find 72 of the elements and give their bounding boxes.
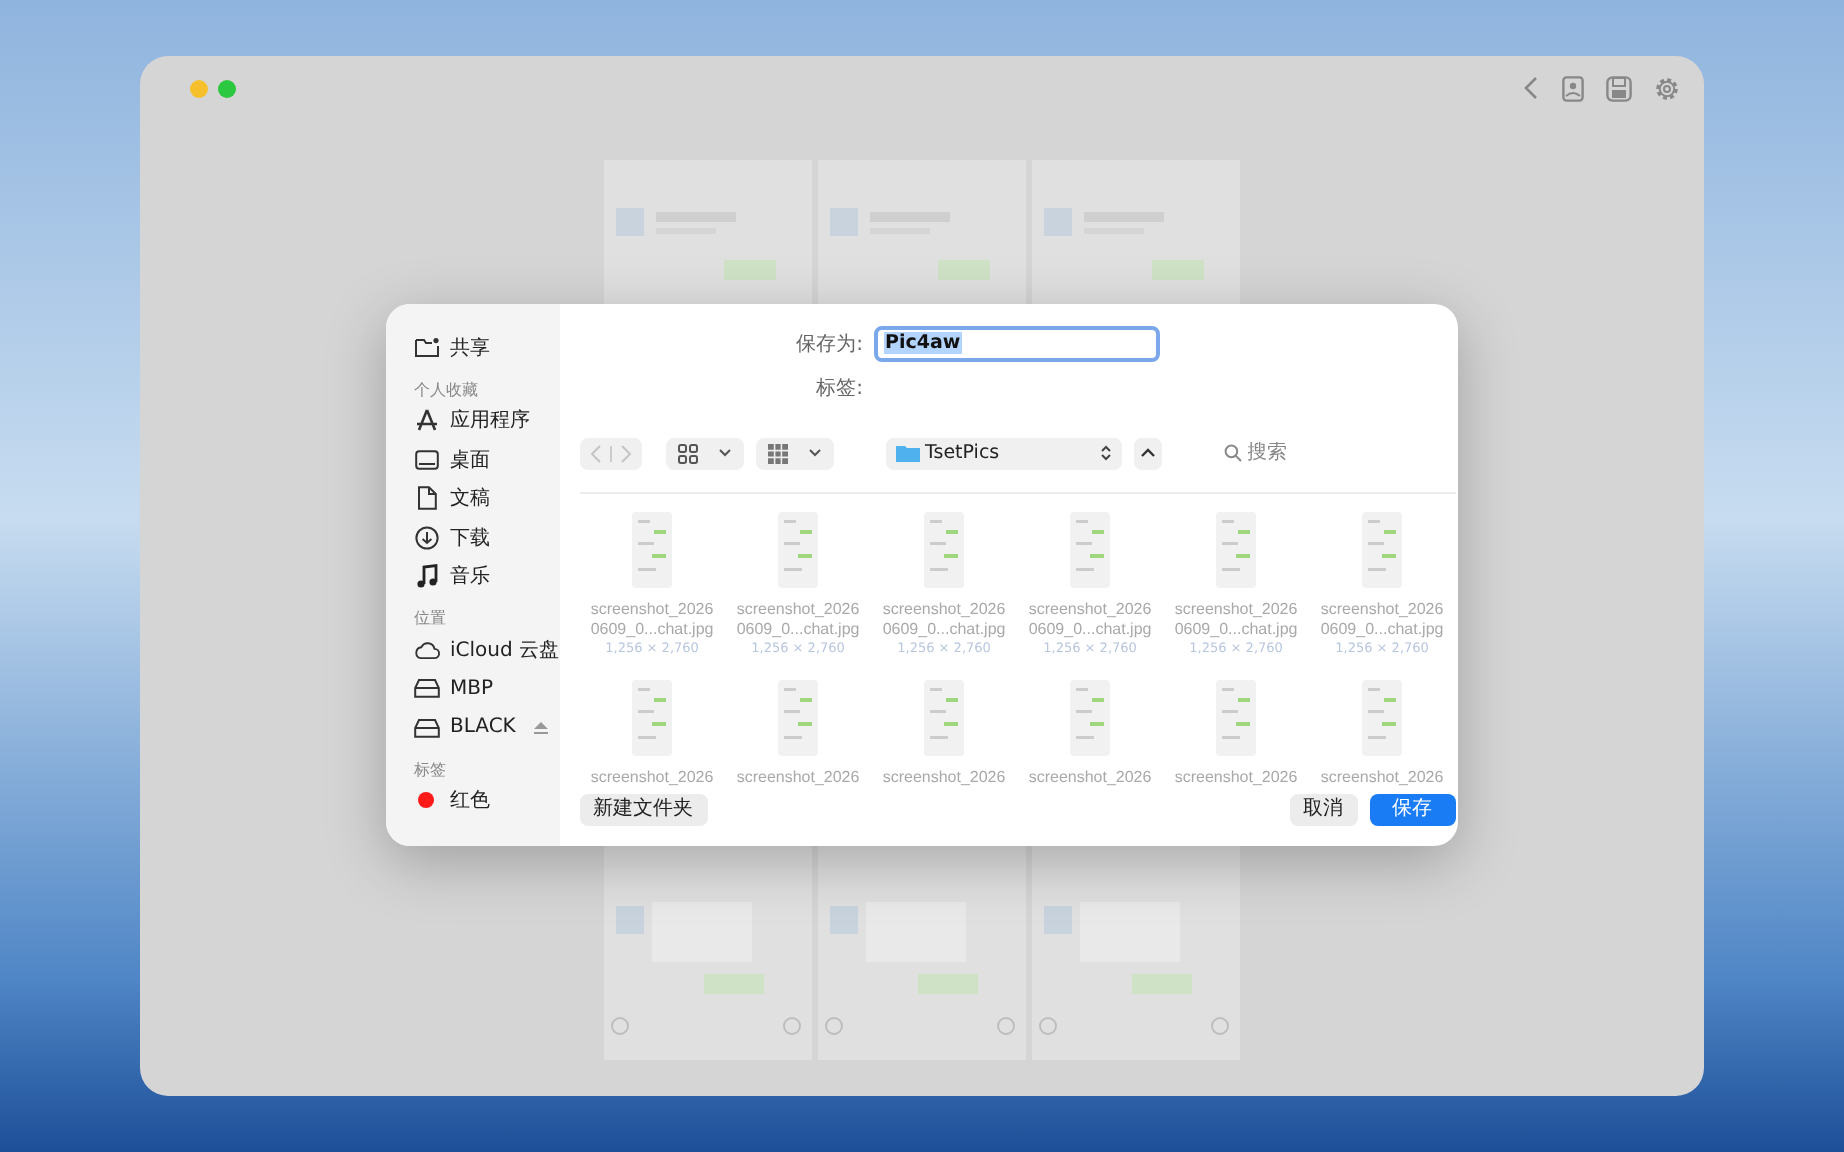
- sidebar-heading: 标签: [414, 758, 448, 779]
- sidebar-item[interactable]: BLACK: [414, 708, 560, 747]
- file-name: screenshot_2026 0609_0...chat.jpg: [736, 600, 860, 640]
- file-name: screenshot_2026: [590, 768, 714, 788]
- image-thumbnail[interactable]: [924, 512, 965, 588]
- document-icon: [414, 486, 440, 511]
- sidebar-heading: 位置: [414, 607, 448, 628]
- image-thumbnail[interactable]: [632, 680, 673, 756]
- save-as-label: 保存为:: [794, 331, 866, 357]
- zoom-button[interactable]: [218, 79, 236, 97]
- up-down-chevron-icon: [1099, 444, 1112, 462]
- caret-icon: [807, 448, 822, 458]
- image-thumbnail[interactable]: [1216, 512, 1257, 588]
- sidebar-item[interactable]: MBP: [414, 669, 560, 708]
- group-button[interactable]: [755, 437, 834, 469]
- download-icon: [414, 525, 440, 550]
- tags-label: 标签:: [814, 375, 866, 401]
- file-name-field[interactable]: Pic4aw: [873, 325, 1160, 361]
- drive-icon: [414, 678, 440, 699]
- chevron-up-icon: [1139, 448, 1156, 458]
- image-thumbnail[interactable]: [632, 512, 673, 588]
- image-thumbnail[interactable]: [1070, 680, 1111, 756]
- file-name: screenshot_2026: [1028, 768, 1152, 788]
- image-thumbnail[interactable]: [1216, 680, 1257, 756]
- back-icon[interactable]: [1524, 76, 1540, 100]
- file-name: screenshot_2026: [882, 768, 1006, 788]
- collapse-button[interactable]: [1133, 437, 1162, 469]
- sidebar-item[interactable]: iCloud 云盘: [414, 630, 560, 669]
- eject-icon[interactable]: [533, 721, 548, 734]
- location-popup[interactable]: TsetPics: [885, 437, 1122, 469]
- cancel-button[interactable]: 取消: [1289, 794, 1358, 826]
- music-note-icon: [414, 564, 440, 589]
- save-icon[interactable]: [1606, 75, 1632, 101]
- folder-icon: [895, 444, 920, 462]
- file-name: screenshot_2026: [1174, 768, 1298, 788]
- sidebar-item[interactable]: 下载: [414, 518, 560, 557]
- sidebar-item[interactable]: 共享: [414, 328, 560, 367]
- image-thumbnail[interactable]: [924, 680, 965, 756]
- sidebar-item[interactable]: 红色: [414, 781, 560, 820]
- file-name: screenshot_2026 0609_0...chat.jpg: [1174, 600, 1298, 640]
- file-name: screenshot_2026 0609_0...chat.jpg: [1320, 600, 1444, 640]
- icon-grid-icon: [677, 443, 698, 463]
- sidebar-item[interactable]: 桌面: [414, 440, 560, 479]
- drive-icon: [414, 717, 440, 738]
- search-field[interactable]: 搜索: [1247, 442, 1348, 464]
- desktop-icon: [414, 449, 440, 470]
- file-name: screenshot_2026: [1320, 768, 1444, 788]
- view-mode-button[interactable]: [665, 437, 744, 469]
- save-button[interactable]: 保存: [1369, 794, 1456, 826]
- image-thumbnail[interactable]: [1362, 680, 1403, 756]
- image-thumbnail[interactable]: [1070, 512, 1111, 588]
- sidebar-item[interactable]: 文稿: [414, 479, 560, 518]
- caret-icon: [717, 448, 732, 458]
- sidebar-item[interactable]: 音乐: [414, 557, 560, 596]
- grid-icon: [767, 443, 788, 463]
- settings-icon[interactable]: [1654, 75, 1680, 101]
- search-icon: [1223, 444, 1242, 462]
- file-name: screenshot_2026 0609_0...chat.jpg: [882, 600, 1006, 640]
- file-name: screenshot_2026 0609_0...chat.jpg: [1028, 600, 1152, 640]
- image-thumbnail[interactable]: [1362, 512, 1403, 588]
- sidebar-heading: 个人收藏: [414, 378, 480, 399]
- image-thumbnail[interactable]: [778, 680, 819, 756]
- file-name: screenshot_2026: [736, 768, 860, 788]
- new-folder-button[interactable]: 新建文件夹: [579, 794, 708, 826]
- sidebar-item[interactable]: 应用程序: [414, 401, 560, 440]
- image-icon[interactable]: [1562, 75, 1584, 101]
- minimize-button[interactable]: [190, 79, 208, 97]
- shared-folder-icon: [414, 336, 440, 359]
- apps-icon: [414, 408, 440, 433]
- cloud-icon: [414, 639, 440, 660]
- file-name: screenshot_2026 0609_0...chat.jpg: [590, 600, 714, 640]
- image-thumbnail[interactable]: [778, 512, 819, 588]
